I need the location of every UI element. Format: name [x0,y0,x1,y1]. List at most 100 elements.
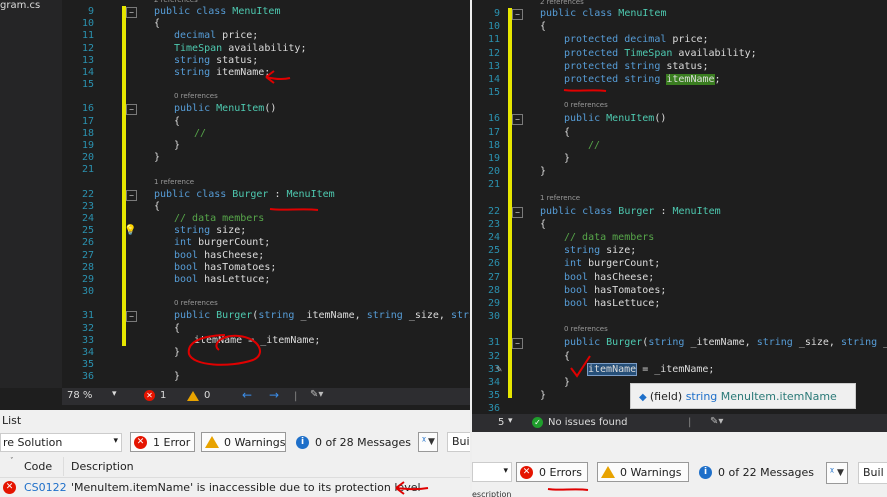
code-line[interactable]: public class Burger : MenuItem [540,206,721,218]
codelens-references[interactable]: 0 references [174,92,218,100]
column-header-description[interactable]: Description [71,460,134,473]
code-line[interactable]: bool hasCheese; [564,272,654,284]
code-line[interactable]: } [154,152,160,164]
nav-forward-icon[interactable]: → [269,388,279,402]
edit-pencil-icon[interactable]: ✎ [496,364,502,375]
codelens-references[interactable]: 2 references [540,0,584,6]
code-line[interactable]: protected string status; [564,61,709,73]
code-line[interactable]: TimeSpan availability; [174,43,306,55]
brush-icon[interactable]: ✎▾ [710,416,723,427]
code-line[interactable]: public class MenuItem [154,6,280,18]
error-code-link[interactable]: CS0122 [24,481,67,494]
code-line[interactable]: decimal price; [174,30,258,42]
scope-dropdown[interactable]: re Solution ▾ [0,433,122,452]
code-line[interactable]: // data members [174,213,264,225]
code-line[interactable]: public class Burger : MenuItem [154,189,335,201]
line-number: 15 [487,87,500,99]
code-line[interactable]: protected string itemName; [564,74,721,86]
code-line[interactable]: } [564,153,570,165]
code-line[interactable]: public class MenuItem [540,8,666,20]
code-line[interactable]: int burgerCount; [174,237,270,249]
zoom-level[interactable]: 78 % [67,390,92,401]
code-line[interactable]: bool hasTomatoes; [174,262,276,274]
code-line[interactable]: { [540,219,546,231]
code-line[interactable]: } [174,347,180,359]
code-line[interactable]: { [174,323,180,335]
code-line[interactable]: string size; [564,245,636,257]
right-error-list-panel: ▾ ✕ 0 Errors 0 Warnings i 0 of 22 Messag… [472,432,887,497]
codelens-references[interactable]: 0 references [174,299,218,307]
modified-line-indicator [122,6,126,346]
messages-filter-button[interactable]: i 0 of 28 Messages [292,432,411,452]
code-line[interactable]: bool hasLettuce; [174,274,270,286]
warnings-filter-button[interactable]: 0 Warnings [201,432,286,452]
code-line[interactable]: } [174,140,180,152]
code-line[interactable]: } [540,390,546,402]
error-icon: ✕ [520,466,533,479]
codelens-references[interactable]: 1 reference [540,194,580,202]
code-line[interactable]: public MenuItem() [564,113,666,125]
filter-toggle-button[interactable]: ᵡ ▼ [418,432,438,452]
line-number: 34 [487,377,500,388]
scope-dropdown[interactable]: ▾ [472,462,512,482]
collapse-icon[interactable]: − [126,189,137,201]
code-line[interactable]: } [174,371,180,383]
messages-filter-button[interactable]: i 0 of 22 Messages [695,462,819,482]
nav-back-icon[interactable]: ← [242,388,252,402]
collapse-icon[interactable]: − [126,7,137,18]
code-line[interactable]: // [194,128,206,140]
error-count-icon[interactable]: ✕ [144,390,155,401]
collapse-icon[interactable]: − [512,9,523,20]
errors-filter-button[interactable]: ✕ 0 Errors [516,462,588,482]
collapse-icon[interactable]: − [512,114,523,126]
code-line[interactable]: } [540,166,546,178]
code-line[interactable]: itemName = _itemName; [194,335,320,347]
code-line[interactable]: // [588,140,600,152]
code-line[interactable]: bool hasTomatoes; [564,285,666,297]
code-line[interactable]: // data members [564,232,654,244]
codelens-references[interactable]: 1 reference [154,178,194,186]
code-line[interactable]: { [154,18,160,30]
code-line[interactable]: { [564,351,570,363]
code-line[interactable]: { [564,127,570,139]
codelens-references[interactable]: 0 references [564,101,608,109]
build-dropdown[interactable]: Buil [858,462,887,484]
column-header-code[interactable]: Code [24,460,52,473]
codelens-references[interactable]: 2 references [154,0,198,4]
code-line[interactable]: string status; [174,55,258,67]
collapse-icon[interactable]: − [126,104,137,116]
code-line[interactable]: protected decimal price; [564,34,709,46]
error-row[interactable]: ✕ CS0122 'MenuItem.itemName' is inaccess… [0,478,470,497]
line-number: 10 [81,18,94,30]
code-line[interactable]: public Burger(string _itemName, string _… [564,337,887,349]
left-code-editor[interactable]: 2 references 9 − public class MenuItem 10 {11… [62,0,470,388]
warning-count-icon[interactable] [187,391,199,401]
code-line[interactable]: bool hasLettuce; [564,298,660,310]
code-line[interactable]: { [540,21,546,33]
code-line[interactable]: public MenuItem() [174,103,276,115]
code-line[interactable]: public Burger(string _itemName, string _… [174,310,470,322]
code-line[interactable]: { [174,116,180,128]
collapse-icon[interactable]: − [512,206,523,218]
brush-icon[interactable]: ✎▾ [310,389,323,400]
code-line[interactable]: } [564,377,570,389]
code-line[interactable]: int burgerCount; [564,258,660,270]
build-dropdown[interactable]: Buil [447,432,470,452]
codelens-references[interactable]: 0 references [564,325,608,333]
right-code-editor[interactable]: 2 references 9 − public class MenuItem 10 {11… [472,0,887,412]
code-line[interactable]: string itemName; [174,67,270,79]
collapse-icon[interactable]: − [512,338,523,350]
issues-status[interactable]: No issues found [548,417,628,428]
code-line[interactable]: itemName = _itemName; [586,362,714,376]
zoom-dropdown-icon[interactable]: ▾ [112,389,117,399]
zoom-dropdown-icon[interactable]: ▾ [508,416,513,426]
solution-file-item[interactable]: gram.cs [0,0,40,11]
filter-toggle-button[interactable]: ᵡ ▼ [826,462,848,484]
code-line[interactable]: string size; [174,225,246,237]
code-line[interactable]: bool hasCheese; [174,250,264,262]
collapse-icon[interactable]: − [126,311,137,323]
code-line[interactable]: protected TimeSpan availability; [564,48,757,60]
errors-filter-button[interactable]: ✕ 1 Error [130,432,195,452]
warnings-filter-button[interactable]: 0 Warnings [597,462,689,482]
code-line[interactable]: { [154,201,160,213]
